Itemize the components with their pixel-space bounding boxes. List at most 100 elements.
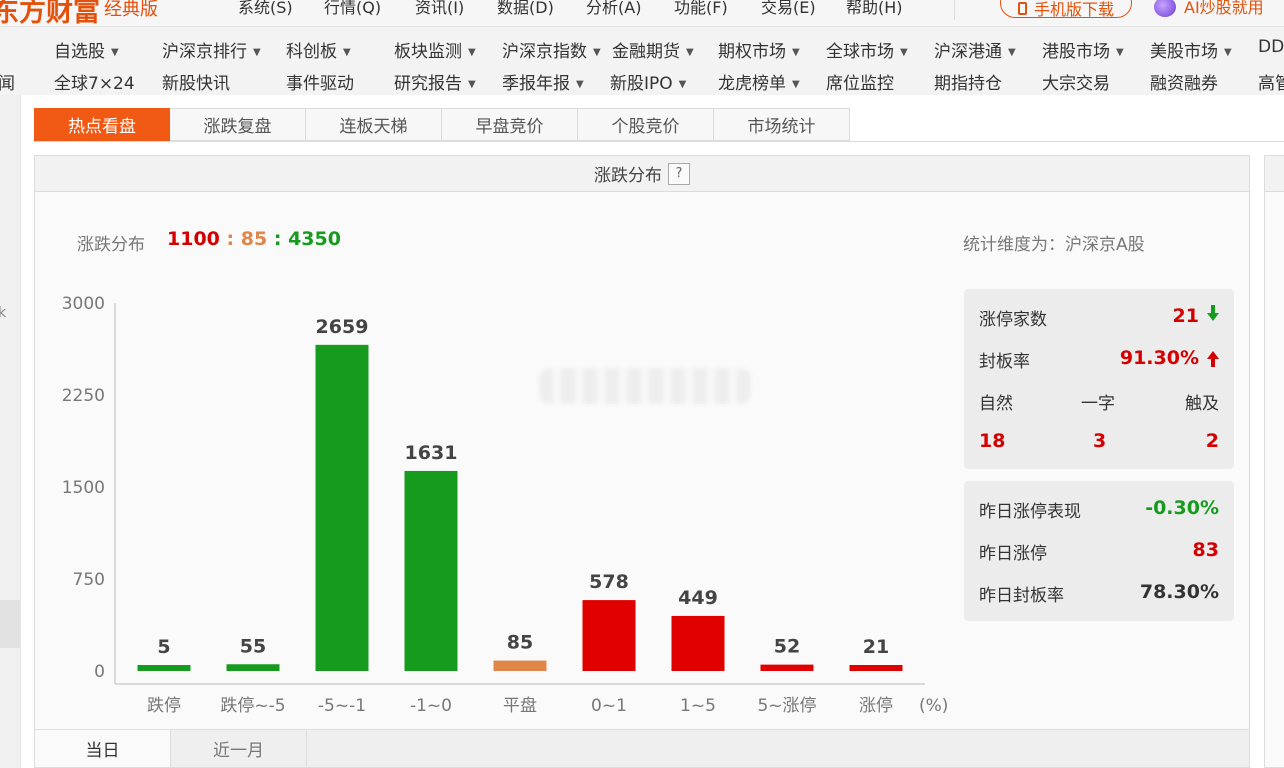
nav-secondary-item-label: 季报年报 bbox=[502, 74, 570, 94]
distribution-ratio: 1100 : 85 : 4350 bbox=[167, 228, 341, 250]
nav-primary-item-label: 金融期货 bbox=[612, 42, 680, 62]
nav-secondary-item[interactable]: 高管 bbox=[1258, 69, 1284, 94]
adjacent-panel-edge bbox=[1264, 155, 1284, 768]
yesterday-performance-row: 昨日涨停表现 -0.30% bbox=[979, 497, 1219, 522]
nav-primary-item[interactable]: 沪深京指数 ▼ bbox=[502, 37, 601, 62]
nav-primary-item[interactable]: 金融期货 ▼ bbox=[612, 37, 694, 62]
nav-primary-item[interactable]: 港股市场 ▼ bbox=[1042, 37, 1124, 62]
tab-recent-month[interactable]: 近一月 bbox=[171, 730, 307, 767]
nav-primary-item[interactable]: 美股市场 ▼ bbox=[1150, 37, 1232, 62]
left-sidebar-collapsed[interactable]: k bbox=[0, 95, 20, 768]
feature-tab[interactable]: 市场统计 bbox=[714, 108, 850, 141]
distribution-label: 涨跌分布 bbox=[77, 235, 145, 255]
arrow-down-icon bbox=[1207, 305, 1219, 321]
panel-title: 涨跌分布 bbox=[594, 166, 662, 186]
menu-trade[interactable]: 交易(E) bbox=[761, 0, 816, 18]
menu-data[interactable]: 数据(D) bbox=[497, 0, 554, 18]
nav-secondary-item[interactable]: 大宗交易 bbox=[1042, 69, 1110, 94]
nav-secondary-item[interactable]: 新股快讯 bbox=[162, 69, 230, 94]
feature-tab[interactable]: 连板天梯 bbox=[306, 108, 442, 141]
x-tick-label: 5~涨停 bbox=[757, 696, 816, 716]
ratio-up-count: 1100 bbox=[167, 228, 220, 250]
x-tick-label: 1~5 bbox=[680, 696, 716, 716]
nav-primary-item[interactable]: 沪深京排行 ▼ bbox=[162, 37, 261, 62]
yesterday-stats-card: 昨日涨停表现 -0.30% 昨日涨停 83 昨日封板率 78.30% bbox=[964, 481, 1234, 621]
yesterday-performance-label: 昨日涨停表现 bbox=[979, 502, 1081, 522]
dropdown-caret-icon: ▼ bbox=[576, 79, 584, 90]
ratio-flat-count: 85 bbox=[240, 228, 268, 250]
nav-secondary-item-label: 全球7×24 bbox=[54, 74, 135, 94]
bar-value-label: 1631 bbox=[405, 442, 458, 464]
feature-tab[interactable]: 涨跌复盘 bbox=[170, 108, 306, 141]
bar bbox=[849, 665, 903, 671]
touched-limit-label: 触及 bbox=[1185, 394, 1219, 414]
nav-secondary-item[interactable]: 席位监控 bbox=[826, 69, 894, 94]
mobile-download-label: 手机版下载 bbox=[1033, 0, 1114, 19]
nav-secondary-item[interactable]: 研究报告 ▼ bbox=[394, 69, 476, 94]
nav-secondary-item-label: 大宗交易 bbox=[1042, 74, 1110, 94]
tab-today[interactable]: 当日 bbox=[35, 730, 171, 767]
menu-help[interactable]: 帮助(H) bbox=[846, 0, 903, 18]
nav-secondary-item[interactable]: 期指持仓 bbox=[934, 69, 1002, 94]
y-tick-label: 0 bbox=[94, 662, 105, 682]
feature-tab[interactable]: 早盘竞价 bbox=[442, 108, 578, 141]
nav-primary-item[interactable]: DD bbox=[1258, 37, 1284, 57]
distribution-bar-chart: 0 750 1500 2250 3000 5 跌停 55 跌停~-5 2659 -5~-1 1631 -… bbox=[62, 294, 949, 716]
nav-secondary-item[interactable]: 融资融券 bbox=[1150, 69, 1218, 94]
x-tick-label: 跌停~-5 bbox=[220, 696, 285, 716]
x-axis-unit: (%) bbox=[919, 696, 948, 716]
nav-secondary-item-label: 事件驱动 bbox=[286, 74, 354, 94]
nav-secondary-item[interactable]: 龙虎榜单 ▼ bbox=[718, 69, 800, 94]
bar bbox=[493, 660, 547, 671]
nav-secondary-item-label: 席位监控 bbox=[826, 74, 894, 94]
yesterday-seal-rate-value: 78.30% bbox=[1139, 581, 1219, 603]
arrow-up-icon bbox=[1207, 351, 1219, 367]
dropdown-caret-icon: ▼ bbox=[1224, 47, 1232, 58]
limit-up-count-row: 涨停家数 21 bbox=[979, 305, 1219, 330]
menu-system[interactable]: 系统(S) bbox=[238, 0, 293, 18]
menu-functions[interactable]: 功能(F) bbox=[674, 0, 728, 18]
bar-value-label: 449 bbox=[678, 587, 718, 609]
nav-secondary-item-label: 融资融券 bbox=[1150, 74, 1218, 94]
bar-value-label: 2659 bbox=[316, 316, 369, 338]
nav-secondary-item[interactable]: 新股IPO ▼ bbox=[610, 69, 686, 94]
robot-icon bbox=[1154, 0, 1176, 17]
menu-quotes[interactable]: 行情(Q) bbox=[324, 0, 381, 18]
nav-secondary-item[interactable]: 事件驱动 bbox=[286, 69, 354, 94]
mobile-download-button[interactable]: 手机版下载 bbox=[1000, 0, 1132, 19]
nav-secondary-item-label: 新股IPO bbox=[610, 74, 673, 94]
nav-primary-item-label: DD bbox=[1258, 37, 1284, 57]
nav-primary-item[interactable]: 沪深港通 ▼ bbox=[934, 37, 1016, 62]
nav-primary-item-label: 沪深港通 bbox=[934, 42, 1002, 62]
bar bbox=[671, 615, 725, 671]
nav-secondary-item[interactable]: 全球7×24 bbox=[54, 69, 135, 94]
sidebar-active-item[interactable] bbox=[0, 600, 20, 648]
one-word-limit-label: 一字 bbox=[1081, 394, 1115, 414]
dropdown-caret-icon: ▼ bbox=[792, 79, 800, 90]
nav-secondary-item-label: 龙虎榜单 bbox=[718, 74, 786, 94]
nav-secondary-item[interactable]: 季报年报 ▼ bbox=[502, 69, 584, 94]
nav-primary-item[interactable]: 全球市场 ▼ bbox=[826, 37, 908, 62]
dropdown-caret-icon: ▼ bbox=[900, 47, 908, 58]
one-word-limit-value: 3 bbox=[1093, 430, 1107, 452]
bar-value-label: 21 bbox=[863, 636, 889, 658]
feature-tab[interactable]: 热点看盘 bbox=[34, 108, 170, 141]
dropdown-caret-icon: ▼ bbox=[468, 47, 476, 58]
nav-secondary-item-label: 期指持仓 bbox=[934, 74, 1002, 94]
nav-primary-item[interactable]: 科创板 ▼ bbox=[286, 37, 351, 62]
bar-value-label: 5 bbox=[157, 636, 170, 658]
help-icon[interactable]: ? bbox=[668, 162, 690, 185]
feature-tab[interactable]: 个股竞价 bbox=[578, 108, 714, 141]
rise-fall-distribution-panel: 涨跌分布 ? 涨跌分布 1100 : 85 : 4350 统计维度为：沪深京A股… bbox=[34, 155, 1250, 768]
app-logo: 东方财富 bbox=[0, 0, 100, 27]
nav-primary-item-label: 沪深京指数 bbox=[502, 42, 587, 62]
ratio-down-count: 4350 bbox=[288, 228, 341, 250]
menu-news[interactable]: 资讯(I) bbox=[415, 0, 464, 18]
ai-stock-link[interactable]: AI炒股就用 bbox=[1154, 0, 1264, 18]
nav-primary-item[interactable]: 板块监测 ▼ bbox=[394, 37, 476, 62]
menu-analysis[interactable]: 分析(A) bbox=[586, 0, 641, 18]
nav-primary-item[interactable]: 自选股 ▼ bbox=[54, 37, 119, 62]
ratio-sep-2: : bbox=[273, 228, 282, 250]
nav-secondary-item[interactable]: 闻 bbox=[0, 69, 15, 94]
nav-primary-item[interactable]: 期权市场 ▼ bbox=[718, 37, 800, 62]
